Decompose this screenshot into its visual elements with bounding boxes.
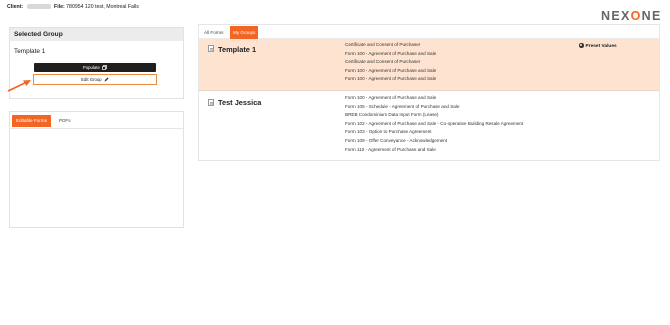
- client-file-line: Client: File: 780954 120 test, Montreal …: [7, 4, 139, 10]
- top-bar: Client: File: 780954 120 test, Montreal …: [0, 0, 670, 26]
- preset-values-label: Preset Values: [585, 44, 617, 49]
- nexone-logo: NEXONE: [601, 9, 662, 23]
- file-value: 780954 120 test, Montreal Falls: [66, 4, 139, 10]
- form-item: Form 105 - Schedule - Agreement of Purch…: [345, 103, 460, 109]
- copy-icon: [102, 64, 107, 70]
- form-item: Form 100 - Agreement of Purchase and Sal…: [345, 67, 437, 73]
- tab-all-forms[interactable]: All Forms: [201, 27, 226, 39]
- preset-values-link[interactable]: Preset Values: [579, 43, 617, 49]
- groups-panel: All Forms My Groups Template 1 Certifica…: [198, 24, 660, 161]
- selected-group-panel: Selected Group Template 1 Populate Edit …: [9, 27, 184, 99]
- tab-pdfs[interactable]: PDFs: [56, 115, 73, 127]
- tab-editable-forms[interactable]: Editable Forms: [12, 115, 51, 127]
- form-item: Form 109 - Offer Conveyance - Acknowledg…: [345, 137, 448, 143]
- group-forms-list: Certificate and Consent of Purchaser For…: [345, 41, 436, 84]
- file-label: File:: [54, 4, 65, 10]
- groups-tabs: All Forms My Groups: [199, 25, 659, 39]
- annotation-arrow: [7, 80, 31, 92]
- form-item: BREB Condominium Data Input Form (Lease): [345, 112, 439, 118]
- pencil-icon: [104, 77, 109, 81]
- edit-group-label: Edit Group: [81, 77, 102, 82]
- form-item: Form 100 - Agreement of Purchase and Sal…: [345, 95, 437, 100]
- group-name[interactable]: Template 1: [218, 45, 256, 54]
- group-forms-list: Form 100 - Agreement of Purchase and Sal…: [345, 94, 523, 154]
- populate-button[interactable]: Populate: [34, 63, 156, 72]
- group-row[interactable]: Test Jessica Form 100 - Agreement of Pur…: [199, 92, 659, 160]
- tab-my-groups[interactable]: My Groups: [230, 26, 259, 39]
- form-item: Certificate and Consent of Purchaser: [345, 42, 421, 47]
- selected-group-heading: Selected Group: [10, 28, 183, 41]
- forms-tab-panel: Editable Forms PDFs: [9, 111, 184, 228]
- form-item: Certificate and Consent of Purchaser: [345, 59, 421, 65]
- selected-group-name: Template 1: [14, 48, 46, 55]
- client-name-redacted: [26, 4, 51, 10]
- forms-tabs: Editable Forms PDFs: [10, 112, 183, 129]
- radio-icon: [579, 43, 584, 48]
- group-row[interactable]: Template 1 Certificate and Consent of Pu…: [199, 39, 659, 91]
- form-item: Form 110 - Agreement of Purchase and Sal…: [345, 146, 436, 152]
- form-item: Form 103 - Option to Purchase Agreement: [345, 129, 432, 135]
- client-label: Client:: [7, 4, 24, 10]
- form-item: Form 102 - Agreement of Purchase and Sal…: [345, 120, 524, 126]
- form-item: Form 100 - Agreement of Purchase and Sal…: [345, 76, 437, 82]
- populate-label: Populate: [82, 65, 100, 70]
- edit-group-button[interactable]: Edit Group: [33, 74, 157, 85]
- group-name[interactable]: Test Jessica: [218, 98, 261, 107]
- document-icon: [208, 45, 214, 52]
- document-icon: [208, 99, 214, 106]
- form-item: Form 100 - Agreement of Purchase and Sal…: [345, 50, 437, 56]
